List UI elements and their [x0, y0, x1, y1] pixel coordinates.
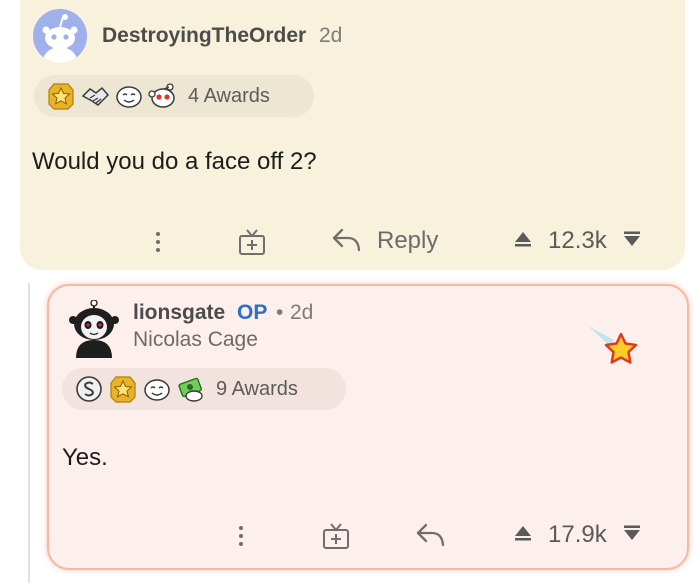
more-options-icon[interactable] — [231, 519, 251, 553]
more-options-icon[interactable] — [148, 225, 168, 259]
reply-arrow-icon[interactable] — [414, 521, 446, 554]
gift-award-icon[interactable] — [320, 520, 352, 557]
awards-pill[interactable]: 4 Awards — [34, 75, 314, 117]
comment-age: 2d — [290, 301, 314, 324]
awards-pill[interactable]: 9 Awards — [62, 368, 346, 410]
comment-body: Yes. — [62, 444, 108, 471]
reply-arrow-icon[interactable] — [330, 226, 362, 259]
vote-score: 12.3k — [548, 227, 607, 254]
comment-body: Would you do a face off 2? — [32, 148, 317, 175]
smile-award-icon — [142, 374, 172, 404]
smile-award-icon — [114, 81, 144, 111]
separator-dot: • — [276, 301, 284, 324]
money-award-icon — [176, 374, 206, 404]
upvote-icon[interactable] — [512, 229, 534, 254]
downvote-icon[interactable] — [621, 523, 643, 548]
helpful-award-icon — [148, 81, 178, 111]
comment-age: 2d — [319, 24, 343, 47]
silver-award-icon — [74, 374, 104, 404]
downvote-icon[interactable] — [621, 229, 643, 254]
awards-count: 4 Awards — [188, 84, 270, 107]
snoo-avatar[interactable] — [33, 9, 87, 63]
shooting-star-icon — [586, 320, 646, 370]
thread-line[interactable] — [28, 283, 30, 583]
awards-count: 9 Awards — [216, 377, 298, 400]
gold-award-icon — [108, 374, 138, 404]
handshake-award-icon — [80, 81, 110, 111]
op-badge: OP — [237, 301, 268, 324]
user-avatar[interactable] — [66, 299, 122, 358]
gift-award-icon[interactable] — [236, 226, 268, 263]
upvote-icon[interactable] — [512, 523, 534, 548]
vote-score: 17.9k — [548, 521, 607, 548]
reply-button[interactable]: Reply — [377, 227, 438, 255]
username[interactable]: lionsgate — [133, 301, 225, 325]
user-flair: Nicolas Cage — [133, 328, 258, 351]
gold-award-icon — [46, 81, 76, 111]
username[interactable]: DestroyingTheOrder — [102, 24, 306, 48]
